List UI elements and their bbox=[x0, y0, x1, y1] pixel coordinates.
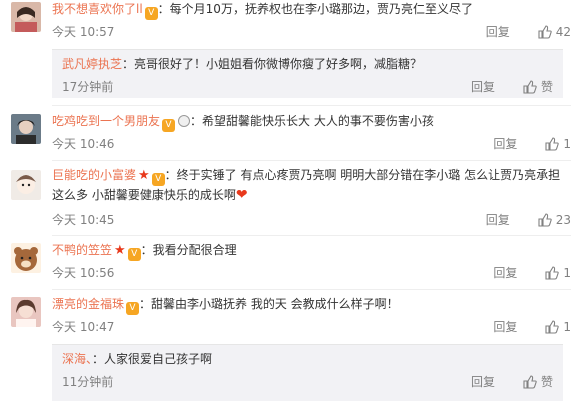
star-badge-icon: ★ bbox=[138, 168, 150, 183]
comment-item: 我不想喜欢你了ll V ：每个月10万，抚养权也在李小璐那边，贾乃亮仁至义尽了 今天… bbox=[0, 0, 571, 46]
like-count: 赞 bbox=[540, 80, 553, 94]
like-count: 42 bbox=[555, 24, 571, 39]
thumb-up-icon bbox=[523, 374, 537, 389]
comment-item: 吃鸡吃到一个男朋友 V ：希望甜馨能快乐长大 大人的事不要伤害小孩 今天 10:46… bbox=[0, 112, 571, 158]
thumb-up-icon bbox=[538, 24, 552, 39]
comment-text: ：每个月10万，抚养权也在李小璐那边，贾乃亮仁至义尽了 bbox=[157, 2, 473, 16]
reply-box: 武凡婷执芝：亮哥很好了！小姐姐看你微博你瘦了好多啊，减脂糖？ 17分钟前 回复 … bbox=[52, 49, 563, 98]
comment-line: 巨能吃的小富婆 ★ V ：终于实锤了 有点心疼贾乃亮啊 明明大部分错在李小璐 怎么让贾… bbox=[52, 166, 561, 186]
avatar[interactable] bbox=[11, 243, 41, 273]
vip-badge-icon: V bbox=[127, 248, 141, 261]
thumb-up-icon bbox=[523, 79, 537, 94]
medal-icon bbox=[178, 115, 191, 127]
vip-badge-icon: V bbox=[151, 173, 165, 186]
reply-line: 深海、：人家很爱自己孩子啊 bbox=[62, 350, 212, 368]
like-count: 1 bbox=[563, 265, 571, 280]
comment-actions: 回复 1 bbox=[493, 135, 571, 152]
like-button[interactable]: 1 bbox=[545, 137, 571, 151]
timestamp: 今天 10:45 bbox=[52, 213, 115, 227]
reply-line: 武凡婷执芝：亮哥很好了！小姐姐看你微博你瘦了好多啊，减脂糖？ bbox=[62, 55, 422, 73]
like-button[interactable]: 赞 bbox=[523, 373, 553, 390]
avatar[interactable] bbox=[11, 170, 41, 200]
vip-badge-icon: V bbox=[144, 7, 158, 20]
like-count: 1 bbox=[563, 319, 571, 334]
like-count: 1 bbox=[563, 136, 571, 151]
reply-button[interactable]: 回复 bbox=[486, 211, 510, 228]
like-button[interactable]: 23 bbox=[538, 213, 571, 227]
comment-item: 漂亮的金福珠 V ：甜馨由李小璐抚养 我的天 会教成什么样子啊！ 今天 10:47 … bbox=[0, 295, 571, 341]
like-button[interactable]: 赞 bbox=[523, 78, 553, 95]
username-link[interactable]: 不鸭的笠笠 bbox=[52, 243, 112, 257]
divider bbox=[52, 105, 571, 106]
timestamp: 今天 10:57 bbox=[52, 25, 115, 39]
username-link[interactable]: 漂亮的金福珠 bbox=[52, 297, 124, 311]
username-link[interactable]: 我不想喜欢你了ll bbox=[52, 2, 143, 16]
comment-line: 吃鸡吃到一个男朋友 V ：希望甜馨能快乐长大 大人的事不要伤害小孩 bbox=[52, 112, 561, 132]
comment-line-continued: 这么多 小甜馨要健康快乐的成长啊❤ bbox=[52, 186, 561, 204]
comment-text: ：甜馨由李小璐抚养 我的天 会教成什么样子啊！ bbox=[139, 297, 399, 311]
reply-button[interactable]: 回复 bbox=[493, 264, 517, 281]
comment-item: 不鸭的笠笠 ★ V ：我看分配很合理 今天 10:56 回复 1 bbox=[0, 241, 571, 287]
reply-button[interactable]: 回复 bbox=[486, 23, 510, 40]
divider bbox=[52, 235, 571, 236]
comment-text: ：我看分配很合理 bbox=[140, 243, 237, 257]
reply-button[interactable]: 回复 bbox=[471, 373, 495, 390]
like-button[interactable]: 42 bbox=[538, 25, 571, 39]
comment-actions: 回复 23 bbox=[486, 211, 571, 228]
username-link[interactable]: 吃鸡吃到一个男朋友 bbox=[52, 114, 160, 128]
avatar[interactable] bbox=[11, 2, 41, 32]
avatar[interactable] bbox=[11, 114, 41, 144]
reply-actions: 回复 赞 bbox=[471, 373, 553, 390]
heart-icon: ❤ bbox=[235, 187, 248, 203]
timestamp: 17分钟前 bbox=[62, 80, 114, 94]
comment-text: ：希望甜馨能快乐长大 大人的事不要伤害小孩 bbox=[190, 114, 434, 128]
reply-button[interactable]: 回复 bbox=[493, 318, 517, 335]
comment-item: 巨能吃的小富婆 ★ V ：终于实锤了 有点心疼贾乃亮啊 明明大部分错在李小璐 怎么让贾… bbox=[0, 166, 571, 232]
avatar[interactable] bbox=[11, 297, 41, 327]
comment-line: 漂亮的金福珠 V ：甜馨由李小璐抚养 我的天 会教成什么样子啊！ bbox=[52, 295, 561, 315]
reply-button[interactable]: 回复 bbox=[493, 135, 517, 152]
comment-line: 我不想喜欢你了ll V ：每个月10万，抚养权也在李小璐那边，贾乃亮仁至义尽了 bbox=[52, 0, 561, 20]
timestamp: 今天 10:47 bbox=[52, 320, 115, 334]
reply-actions: 回复 赞 bbox=[471, 78, 553, 95]
like-count: 23 bbox=[555, 212, 571, 227]
like-button[interactable]: 1 bbox=[545, 266, 571, 280]
reply-text: ：人家很爱自己孩子啊 bbox=[92, 352, 213, 366]
reply-button[interactable]: 回复 bbox=[471, 78, 495, 95]
timestamp: 11分钟前 bbox=[62, 375, 114, 389]
comment-actions: 回复 1 bbox=[493, 264, 571, 281]
comment-actions: 回复 1 bbox=[493, 318, 571, 335]
vip-badge-icon: V bbox=[162, 119, 176, 132]
like-count: 赞 bbox=[540, 375, 553, 389]
thumb-up-icon bbox=[538, 212, 552, 227]
username-link[interactable]: 巨能吃的小富婆 bbox=[52, 168, 136, 182]
timestamp: 今天 10:56 bbox=[52, 266, 115, 280]
reply-text: ：亮哥很好了！小姐姐看你微博你瘦了好多啊，减脂糖？ bbox=[122, 57, 423, 71]
thumb-up-icon bbox=[545, 136, 560, 151]
comment-text-continued: 这么多 小甜馨要健康快乐的成长啊 bbox=[52, 188, 236, 202]
comment-actions: 回复 42 bbox=[486, 23, 571, 40]
username-link[interactable]: 武凡婷执芝 bbox=[62, 57, 122, 71]
star-badge-icon: ★ bbox=[114, 243, 126, 258]
comment-line: 不鸭的笠笠 ★ V ：我看分配很合理 bbox=[52, 241, 561, 261]
username-link[interactable]: 深海、 bbox=[62, 352, 92, 366]
thumb-up-icon bbox=[545, 265, 560, 280]
comment-text: ：终于实锤了 有点心疼贾乃亮啊 明明大部分错在李小璐 怎么让贾乃亮承担 bbox=[164, 168, 561, 182]
vip-badge-icon: V bbox=[126, 302, 140, 315]
divider bbox=[52, 289, 571, 290]
thumb-up-icon bbox=[545, 319, 560, 334]
timestamp: 今天 10:46 bbox=[52, 137, 115, 151]
divider bbox=[52, 160, 571, 161]
reply-box: 深海、：人家很爱自己孩子啊 11分钟前 回复 赞 bbox=[52, 344, 563, 401]
like-button[interactable]: 1 bbox=[545, 320, 571, 334]
